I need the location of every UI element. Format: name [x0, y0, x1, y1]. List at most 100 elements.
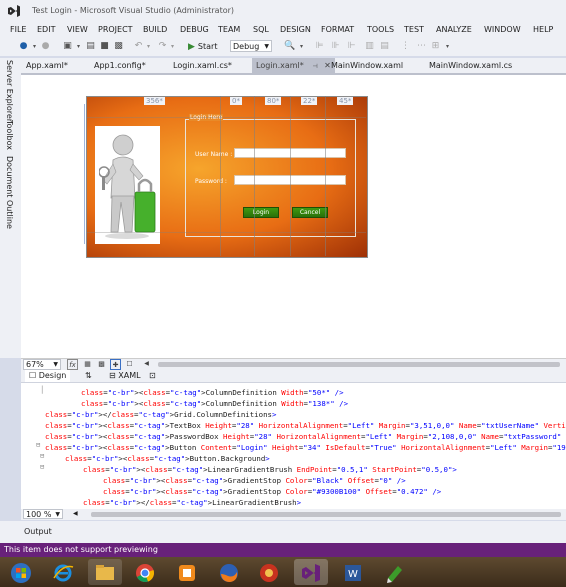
find-icon[interactable]: 🔍: [284, 41, 295, 52]
fold-line: │: [40, 386, 45, 394]
collapse-icon[interactable]: ⊟: [40, 452, 44, 460]
redo-dropdown-icon[interactable]: ▾: [167, 41, 178, 52]
collapse-icon[interactable]: ⊟: [36, 441, 40, 449]
toolbox-tab[interactable]: Toolbox: [5, 120, 14, 150]
center-icon[interactable]: ⊞: [430, 41, 441, 52]
new-project-dropdown-icon[interactable]: ▾: [73, 41, 84, 52]
taskbar-app-orange[interactable]: [170, 559, 204, 585]
status-bar: This item does not support previewing: [0, 543, 566, 557]
tab-app1-config[interactable]: App1.config*: [94, 58, 146, 73]
open-file-icon[interactable]: ▤: [85, 41, 96, 52]
menu-tools[interactable]: TOOLS: [367, 25, 394, 34]
code-line: class="c-br"></class="c-tag">LinearGradi…: [83, 498, 302, 507]
designer-horizontal-scrollbar[interactable]: [158, 362, 560, 367]
output-tab[interactable]: Output: [24, 527, 52, 536]
tab-login-xaml[interactable]: Login.xaml* ⊣ ✕: [252, 58, 335, 73]
menu-build[interactable]: BUILD: [143, 25, 167, 34]
editor-status-bar: 100 % ▼ ◀: [21, 509, 566, 520]
forward-icon[interactable]: ●: [40, 41, 51, 52]
column-size-marker[interactable]: 80*: [265, 97, 282, 105]
editor-zoom-select[interactable]: 100 % ▼: [23, 509, 63, 519]
taskbar-app-red[interactable]: [252, 559, 286, 585]
snap-to-lines-icon[interactable]: ✚: [110, 359, 121, 370]
green-app-icon: [387, 566, 402, 583]
scroll-left-icon[interactable]: ◀: [73, 510, 78, 517]
snap-to-grid-icon[interactable]: ▩: [96, 359, 107, 370]
start-button[interactable]: ▶ Start: [188, 40, 217, 53]
menu-help[interactable]: HELP: [533, 25, 553, 34]
save-icon[interactable]: ■: [99, 41, 110, 52]
designer-zoom-select[interactable]: 67% ▼: [23, 359, 61, 370]
menu-debug[interactable]: DEBUG: [180, 25, 209, 34]
column-size-marker[interactable]: 22*: [301, 97, 318, 105]
collapse-icon[interactable]: ⊟: [40, 463, 44, 471]
swap-panes-icon[interactable]: ⇅: [85, 370, 92, 382]
menu-format[interactable]: FORMAT: [321, 25, 354, 34]
column-size-marker[interactable]: 356*: [144, 97, 165, 105]
taskbar-word[interactable]: W: [336, 559, 370, 585]
effects-icon[interactable]: fx: [67, 359, 78, 370]
menu-view[interactable]: VIEW: [67, 25, 88, 34]
design-tab[interactable]: ☐ Design: [25, 370, 71, 382]
taskbar-firefox[interactable]: [212, 559, 246, 585]
start-orb[interactable]: [4, 559, 38, 585]
horizontal-spacing-icon[interactable]: ⋮: [400, 41, 411, 52]
tab-mainwindow-xaml[interactable]: MainWindow.xaml: [331, 58, 403, 73]
server-explorer-tab[interactable]: Server Explorer: [5, 60, 14, 122]
grid-row-guide[interactable]: [87, 232, 366, 233]
show-grid-icon[interactable]: ▦: [82, 359, 93, 370]
menu-project[interactable]: PROJECT: [98, 25, 133, 34]
menu-team[interactable]: TEAM: [218, 25, 240, 34]
close-icon[interactable]: ✕: [324, 61, 331, 70]
collapse-pane-icon[interactable]: ⊡: [149, 370, 156, 382]
editor-zoom-value: 100 %: [26, 510, 52, 519]
editor-horizontal-scrollbar[interactable]: [91, 512, 561, 517]
tab-app-xaml[interactable]: App.xaml*: [26, 58, 68, 73]
back-icon[interactable]: ●: [18, 41, 29, 52]
taskbar-file-explorer[interactable]: [88, 559, 122, 585]
tab-mainwindow-xaml-cs[interactable]: MainWindow.xaml.cs: [429, 58, 512, 73]
align-right-icon[interactable]: ⊩: [346, 41, 357, 52]
column-size-marker[interactable]: 0*: [230, 97, 242, 105]
tab-login-xaml-label: Login.xaml*: [256, 61, 304, 70]
save-all-icon[interactable]: ▩: [113, 41, 124, 52]
menu-test[interactable]: TEST: [404, 25, 424, 34]
windows-logo-icon: [11, 563, 31, 583]
username-label: User Name :: [195, 151, 233, 158]
taskbar-internet-explorer[interactable]: [46, 559, 80, 585]
new-project-icon[interactable]: ▣: [62, 41, 73, 52]
taskbar-visual-studio[interactable]: [294, 559, 328, 585]
login-button[interactable]: Login: [243, 207, 279, 218]
same-height-icon[interactable]: ▤: [379, 41, 390, 52]
xaml-tab[interactable]: ⊟ XAML: [109, 370, 141, 382]
menu-sql[interactable]: SQL: [253, 25, 269, 34]
align-left-icon[interactable]: ⊫: [314, 41, 325, 52]
same-width-icon[interactable]: ▥: [364, 41, 375, 52]
annotations-icon[interactable]: ☐: [124, 359, 135, 370]
align-center-icon[interactable]: ⊪: [330, 41, 341, 52]
find-dropdown-icon[interactable]: ▾: [296, 41, 307, 52]
column-size-marker[interactable]: 45*: [337, 97, 354, 105]
document-outline-tab[interactable]: Document Outline: [5, 156, 14, 229]
menu-window[interactable]: WINDOW: [484, 25, 521, 34]
folder-icon: [96, 565, 114, 580]
scroll-left-icon[interactable]: ◀: [141, 359, 152, 370]
tab-login-xaml-cs[interactable]: Login.xaml.cs*: [173, 58, 232, 73]
undo-dropdown-icon[interactable]: ▾: [143, 41, 154, 52]
xaml-code-editor[interactable]: │ class="c-br"><class="c-tag">ColumnDefi…: [21, 382, 566, 510]
menu-design[interactable]: DESIGN: [280, 25, 311, 34]
taskbar-app-green[interactable]: [378, 559, 412, 585]
taskbar-chrome[interactable]: [128, 559, 162, 585]
back-dropdown-icon[interactable]: ▾: [29, 41, 40, 52]
solution-configuration-select[interactable]: Debug ▼: [230, 40, 272, 52]
firefox-icon: [220, 564, 238, 582]
grid-row-guide[interactable]: [87, 117, 366, 118]
chrome-icon: [136, 564, 155, 582]
toolbar-overflow-icon[interactable]: ▾: [442, 41, 453, 52]
cancel-button[interactable]: Cancel: [292, 207, 328, 218]
pin-icon[interactable]: ⊣: [312, 63, 317, 70]
menu-analyze[interactable]: ANALYZE: [436, 25, 472, 34]
menu-edit[interactable]: EDIT: [37, 25, 55, 34]
vertical-spacing-icon[interactable]: ⋯: [416, 41, 427, 52]
menu-file[interactable]: FILE: [10, 25, 26, 34]
